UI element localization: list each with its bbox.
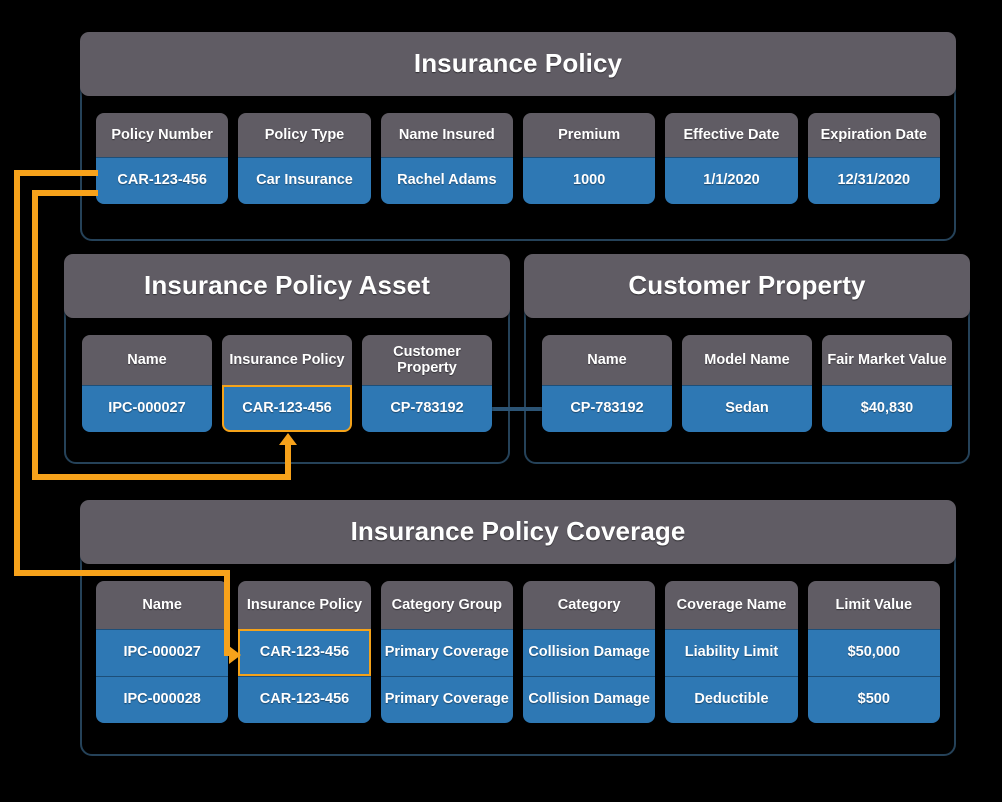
field-header: Customer Property <box>362 335 492 385</box>
field-value[interactable]: 12/31/2020 <box>807 157 940 204</box>
field-card[interactable]: Premium 1000 <box>522 113 656 204</box>
field-card[interactable]: Category Group Primary Coverage Primary Co… <box>380 581 513 723</box>
field-value[interactable]: Sedan <box>682 385 812 432</box>
field-value[interactable]: CAR-123-456 <box>96 157 229 204</box>
connector-policy-to-coverage-seg-mid <box>14 570 230 576</box>
field-card[interactable]: Limit Value $50,000 $500 <box>807 581 940 723</box>
field-card[interactable]: Effective Date 1/1/2020 <box>665 113 798 204</box>
field-card[interactable]: Policy Type Car Insurance <box>238 113 371 204</box>
field-value[interactable]: IPC-000027 <box>82 385 212 432</box>
field-value[interactable]: $40,830 <box>822 385 952 432</box>
field-header: Limit Value <box>807 581 940 629</box>
field-card[interactable]: Name IPC-000027 IPC-000028 <box>96 581 229 723</box>
field-card[interactable]: Customer Property CP-783192 <box>362 335 492 432</box>
field-header: Effective Date <box>665 113 798 157</box>
connector-policy-to-coverage-arrowhead <box>229 646 241 664</box>
field-value[interactable]: Liability Limit <box>665 629 798 676</box>
field-header: Name Insured <box>380 113 513 157</box>
field-header: Category <box>522 581 656 629</box>
field-card[interactable]: Insurance Policy CAR-123-456 CAR-123-456 <box>238 581 371 723</box>
field-card[interactable]: Model Name Sedan <box>682 335 812 432</box>
field-card[interactable]: Fair Market Value $40,830 <box>822 335 952 432</box>
panel-title-insurance-policy: Insurance Policy <box>413 48 623 79</box>
field-header: Policy Number <box>96 113 229 157</box>
field-header: Insurance Policy <box>238 581 371 629</box>
field-value[interactable]: Collision Damage <box>522 676 656 723</box>
connector-policy-to-asset-seg-up <box>285 444 291 480</box>
field-header: Policy Type <box>238 113 371 157</box>
field-header: Name <box>542 335 672 385</box>
panel-title-customer-property: Customer Property <box>628 270 866 301</box>
field-card[interactable]: Insurance Policy CAR-123-456 <box>222 335 352 432</box>
field-value[interactable]: Rachel Adams <box>380 157 513 204</box>
field-card[interactable]: Name CP-783192 <box>542 335 672 432</box>
field-value[interactable]: IPC-000028 <box>96 676 229 723</box>
field-value[interactable]: Primary Coverage <box>380 629 513 676</box>
panel-header-insurance-policy-coverage: Insurance Policy Coverage <box>80 500 956 564</box>
field-value[interactable]: 1/1/2020 <box>665 157 798 204</box>
connector-policy-to-coverage-seg-left <box>14 170 20 576</box>
panel-title-insurance-policy-coverage: Insurance Policy Coverage <box>350 516 686 547</box>
field-value[interactable]: CAR-123-456 <box>238 629 371 676</box>
connector-asset-to-customer-property <box>492 407 548 411</box>
field-value[interactable]: $500 <box>807 676 940 723</box>
field-card[interactable]: Expiration Date 12/31/2020 <box>807 113 940 204</box>
field-value[interactable]: 1000 <box>522 157 656 204</box>
field-list-insurance-policy-asset: Name IPC-000027 Insurance Policy CAR-123-45… <box>82 335 492 432</box>
field-list-insurance-policy-coverage: Name IPC-000027 IPC-000028 Insurance Policy… <box>96 581 940 723</box>
field-value[interactable]: CP-783192 <box>542 385 672 432</box>
connector-policy-to-coverage-seg-top <box>14 170 98 176</box>
panel-title-insurance-policy-asset: Insurance Policy Asset <box>144 270 430 301</box>
field-header: Insurance Policy <box>222 335 352 385</box>
field-card[interactable]: Coverage Name Liability Limit Deductible <box>665 581 798 723</box>
field-value[interactable]: Collision Damage <box>522 629 656 676</box>
field-card[interactable]: Name Insured Rachel Adams <box>380 113 513 204</box>
field-header: Category Group <box>380 581 513 629</box>
connector-policy-to-asset-seg-left <box>32 190 38 480</box>
connector-policy-to-asset-arrowhead <box>279 433 297 445</box>
field-header: Fair Market Value <box>822 335 952 385</box>
field-value[interactable]: Car Insurance <box>238 157 371 204</box>
panel-header-insurance-policy: Insurance Policy <box>80 32 956 96</box>
field-value[interactable]: IPC-000027 <box>96 629 229 676</box>
field-value[interactable]: CP-783192 <box>362 385 492 432</box>
field-card[interactable]: Name IPC-000027 <box>82 335 212 432</box>
panel-header-customer-property: Customer Property <box>524 254 970 318</box>
connector-policy-to-coverage-seg-down <box>224 570 230 656</box>
field-list-customer-property: Name CP-783192 Model Name Sedan Fair Market … <box>542 335 952 432</box>
diagram-canvas: Insurance Policy Policy Number CAR-123-45… <box>0 0 1002 802</box>
field-value[interactable]: CAR-123-456 <box>222 385 352 432</box>
field-list-insurance-policy: Policy Number CAR-123-456 Policy Type Car I… <box>96 113 940 204</box>
field-header: Model Name <box>682 335 812 385</box>
field-value[interactable]: Deductible <box>665 676 798 723</box>
field-card[interactable]: Policy Number CAR-123-456 <box>96 113 229 204</box>
field-value[interactable]: $50,000 <box>807 629 940 676</box>
field-header: Name <box>96 581 229 629</box>
field-header: Coverage Name <box>665 581 798 629</box>
field-header: Expiration Date <box>807 113 940 157</box>
connector-policy-to-asset-seg-bottom <box>32 474 288 480</box>
field-card[interactable]: Category Collision Damage Collision Damage <box>522 581 656 723</box>
field-header: Name <box>82 335 212 385</box>
field-header: Premium <box>522 113 656 157</box>
panel-header-insurance-policy-asset: Insurance Policy Asset <box>64 254 510 318</box>
field-value[interactable]: Primary Coverage <box>380 676 513 723</box>
field-value[interactable]: CAR-123-456 <box>238 676 371 723</box>
connector-policy-to-asset-seg-top <box>32 190 98 196</box>
